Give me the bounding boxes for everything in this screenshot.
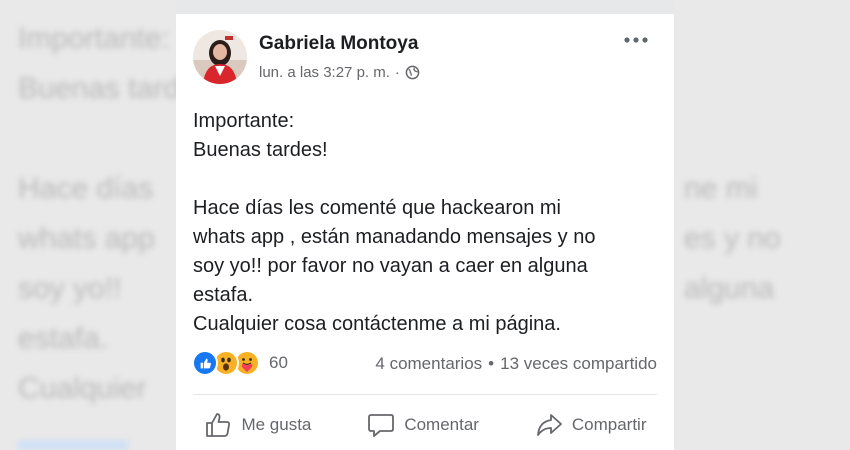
bg-text: Hace días [18,172,154,205]
bg-text: soy yo!! [18,272,122,305]
bg-text: ne mi [684,172,758,205]
post-body: Importante: Buenas tardes! Hace días les… [193,107,663,339]
post-actions-bar: Me gusta Comentar Compartir [176,405,674,445]
like-reaction-icon [192,350,218,376]
post-line: Hace días les comenté que hackearon mi [193,197,561,219]
like-label: Me gusta [241,415,312,434]
bg-text: es y no [684,222,781,255]
bg-text: estafa. [18,322,109,355]
bg-text: Importante: [18,22,170,55]
comment-icon [368,414,395,437]
post-line: Cualquier cosa contáctenme a mi página. [193,313,561,335]
shares-count-link[interactable]: 13 veces compartido [500,354,657,374]
post-timestamp[interactable]: lun. a las 3:27 p. m. [259,64,390,81]
comment-label: Comentar [404,415,479,434]
comment-button[interactable]: Comentar [366,410,479,440]
post-meta: lun. a las 3:27 p. m. · [259,64,420,81]
post-card: Gabriela Montoya lun. a las 3:27 p. m. ·… [176,0,674,450]
reactions-summary[interactable]: 60 [192,350,288,376]
post-line: soy yo!! por favor no vayan a caer en al… [193,255,588,277]
meta-separator: · [394,64,400,81]
thumbs-up-icon [206,413,231,437]
actions-divider [193,394,657,395]
post-line-gap [193,165,663,194]
comments-count-link[interactable]: 4 comentarios [375,354,482,374]
post-line: Buenas tardes! [193,139,328,161]
avatar-image [193,30,247,84]
share-button[interactable]: Compartir [534,410,647,440]
bg-text: Cualquier [18,372,147,405]
more-options-icon [624,37,648,43]
reaction-count: 60 [269,353,288,372]
share-label: Compartir [571,415,647,434]
bg-text: alguna [684,272,775,305]
stats-separator: • [488,354,495,373]
like-button[interactable]: Me gusta [203,410,311,440]
post-line: estafa. [193,284,254,306]
post-stats: 4 comentarios • 13 veces compartido [375,354,657,374]
share-icon [536,414,562,436]
blurred-band [18,440,128,450]
bg-text: whats app [18,222,155,255]
post-line: whats app , están manadando mensajes y n… [193,226,596,248]
author-avatar[interactable] [193,30,247,84]
post-line: Importante: [193,110,295,132]
author-name[interactable]: Gabriela Montoya [259,33,418,55]
globe-icon [405,65,420,80]
more-options-button[interactable] [622,28,650,52]
card-top-edge [176,0,674,14]
